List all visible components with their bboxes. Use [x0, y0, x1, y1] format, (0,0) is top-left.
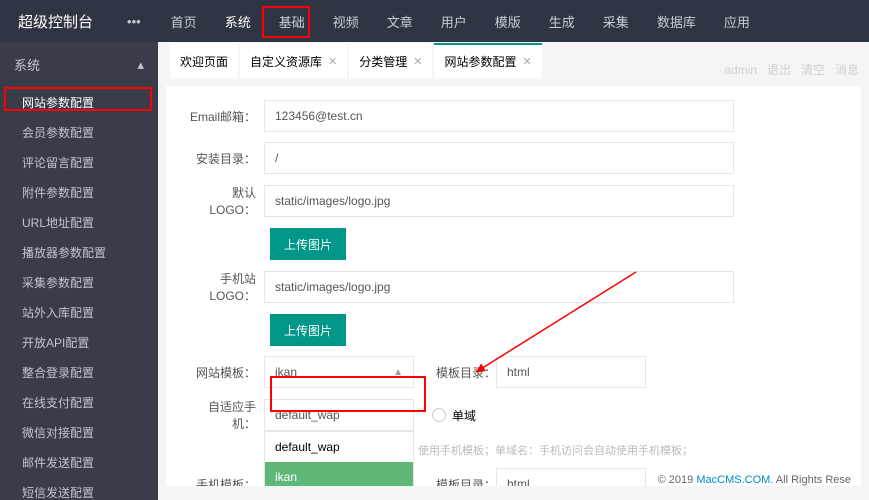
row-logo: 默认LOGO：: [188, 184, 839, 218]
nav-database[interactable]: 数据库: [643, 0, 710, 42]
sidebar-item-external[interactable]: 站外入库配置: [0, 297, 158, 327]
dropdown-item-selected[interactable]: ikan: [265, 462, 413, 486]
template-select[interactable]: ikan▲: [264, 356, 414, 388]
install-input[interactable]: [264, 142, 734, 174]
content: Email邮箱： 安装目录： 默认LOGO： 上传图片 手机站LOGO： 上传图…: [166, 86, 861, 486]
nav-home[interactable]: 首页: [157, 0, 211, 42]
msg-label[interactable]: 消息: [835, 61, 859, 78]
mtpldir-input[interactable]: [496, 468, 646, 486]
sidebar-item-comment[interactable]: 评论留言配置: [0, 147, 158, 177]
upload-mlogo-button[interactable]: 上传图片: [270, 314, 346, 346]
label-template: 网站模板：: [188, 364, 264, 381]
mlogo-input[interactable]: [264, 271, 734, 303]
sidebar-item-payment[interactable]: 在线支付配置: [0, 387, 158, 417]
dropdown-item[interactable]: default_wap: [265, 432, 413, 462]
top-nav: ••• 首页 系统 基础 视频 文章 用户 模版 生成 采集 数据库 应用: [111, 0, 764, 42]
nav-app[interactable]: 应用: [710, 0, 764, 42]
nav-more[interactable]: •••: [111, 0, 157, 42]
label-install: 安装目录：: [188, 150, 264, 167]
sidebar-item-member[interactable]: 会员参数配置: [0, 117, 158, 147]
row-mlogo: 手机站LOGO：: [188, 270, 839, 304]
logout-label[interactable]: 退出: [767, 61, 791, 78]
sidebar-item-wechat[interactable]: 微信对接配置: [0, 417, 158, 447]
sidebar-item-login[interactable]: 整合登录配置: [0, 357, 158, 387]
label-email: Email邮箱：: [188, 108, 264, 125]
label-mtpldir: 模板目录：: [432, 476, 496, 487]
topbar: 超级控制台 ••• 首页 系统 基础 视频 文章 用户 模版 生成 采集 数据库…: [0, 0, 869, 42]
footer: © 2019 MacCMS.COM. All Rights Rese: [658, 474, 851, 486]
nav-video[interactable]: 视频: [319, 0, 373, 42]
user-label[interactable]: admin: [724, 63, 757, 77]
sidebar-head-label: 系统: [14, 55, 40, 74]
sidebar-item-siteconfig[interactable]: 网站参数配置: [0, 87, 158, 117]
sidebar: 系统 ▴ 网站参数配置 会员参数配置 评论留言配置 附件参数配置 URL地址配置…: [0, 42, 158, 500]
label-mlogo: 手机站LOGO：: [188, 270, 264, 304]
label-tpldir: 模板目录：: [432, 364, 496, 381]
tab-siteconfig[interactable]: 网站参数配置✕: [434, 43, 541, 78]
sidebar-item-attachment[interactable]: 附件参数配置: [0, 177, 158, 207]
tab-welcome[interactable]: 欢迎页面: [170, 43, 238, 78]
row-template: 网站模板： ikan▲ 模板目录：: [188, 356, 839, 388]
label-mtpl: 手机模板：: [188, 476, 264, 487]
nav-generate[interactable]: 生成: [535, 0, 589, 42]
hint-text: 使用手机模板；单域名：手机访问会自动使用手机模板；: [418, 442, 693, 458]
row-adapt: 自适应手机： default_wap default_wap ikan 单域: [188, 398, 839, 432]
upload-logo-button[interactable]: 上传图片: [270, 228, 346, 260]
close-icon[interactable]: ✕: [413, 55, 422, 68]
tab-category[interactable]: 分类管理✕: [349, 43, 432, 78]
radio-single-domain[interactable]: 单域: [432, 407, 476, 424]
sidebar-item-url[interactable]: URL地址配置: [0, 207, 158, 237]
logo-input[interactable]: [264, 185, 734, 217]
nav-article[interactable]: 文章: [373, 0, 427, 42]
tab-right-tools: admin 退出 清空 消息: [724, 61, 869, 78]
nav-collect[interactable]: 采集: [589, 0, 643, 42]
row-hint: 使用手机模板；单域名：手机访问会自动使用手机模板；: [418, 442, 839, 458]
clear-label[interactable]: 清空: [801, 61, 825, 78]
sidebar-item-sms[interactable]: 短信发送配置: [0, 477, 158, 500]
email-input[interactable]: [264, 100, 734, 132]
adapt-select[interactable]: default_wap default_wap ikan: [264, 399, 414, 431]
close-icon[interactable]: ✕: [523, 55, 532, 68]
sidebar-item-api[interactable]: 开放API配置: [0, 327, 158, 357]
nav-system[interactable]: 系统: [211, 0, 265, 42]
sidebar-item-player[interactable]: 播放器参数配置: [0, 237, 158, 267]
row-install: 安装目录：: [188, 142, 839, 174]
footer-link[interactable]: MacCMS.COM: [696, 474, 770, 486]
radio-icon: [432, 408, 446, 422]
tpldir-input[interactable]: [496, 356, 646, 388]
nav-template[interactable]: 模版: [481, 0, 535, 42]
nav-user[interactable]: 用户: [427, 0, 481, 42]
sidebar-item-mail[interactable]: 邮件发送配置: [0, 447, 158, 477]
label-logo: 默认LOGO：: [188, 184, 264, 218]
sidebar-item-collect[interactable]: 采集参数配置: [0, 267, 158, 297]
caret-up-icon: ▲: [393, 367, 403, 378]
main: 欢迎页面 自定义资源库✕ 分类管理✕ 网站参数配置✕ admin 退出 清空 消…: [158, 42, 869, 500]
nav-basic[interactable]: 基础: [265, 0, 319, 42]
row-email: Email邮箱：: [188, 100, 839, 132]
tab-custom-resource[interactable]: 自定义资源库✕: [240, 43, 347, 78]
tabs: 欢迎页面 自定义资源库✕ 分类管理✕ 网站参数配置✕ admin 退出 清空 消…: [158, 42, 869, 78]
sidebar-head[interactable]: 系统 ▴: [0, 42, 158, 87]
caret-up-icon: ▴: [137, 57, 144, 73]
close-icon[interactable]: ✕: [328, 55, 337, 68]
label-adapt: 自适应手机：: [188, 398, 264, 432]
app-logo: 超级控制台: [0, 11, 111, 32]
adapt-dropdown: default_wap ikan: [264, 431, 414, 486]
